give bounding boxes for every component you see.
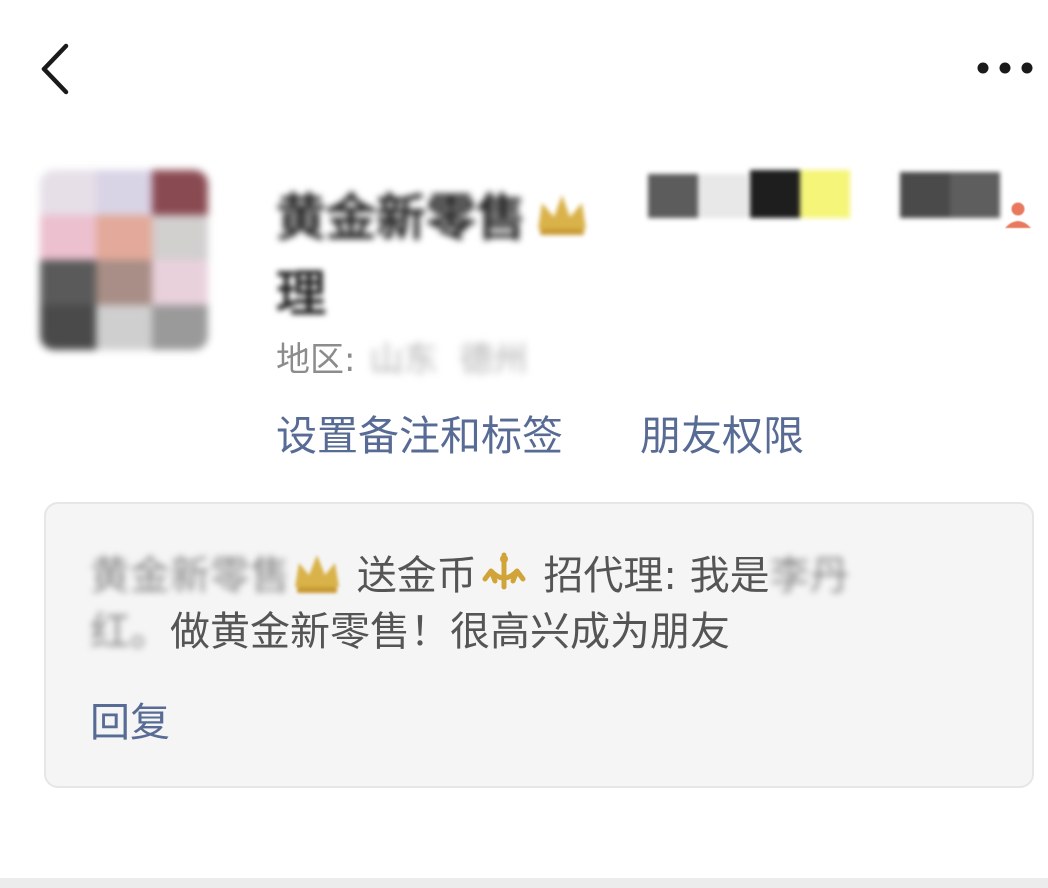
chevron-left-icon — [41, 43, 69, 95]
contact-name-continued: 理 — [276, 265, 326, 323]
message-part-3: 做黄金新零售！很高兴成为朋友 — [170, 609, 730, 655]
more-options-button[interactable] — [968, 48, 1038, 88]
region-value: 山东 德州 — [369, 332, 527, 381]
friend-request-message-card: 黄金新零售 送金币 招代理: 我是李丹红。做黄金新零售！很高兴成为朋友 回复 — [44, 502, 1034, 788]
contact-name-text: 黄金新零售 — [276, 189, 526, 247]
message-text: 黄金新零售 送金币 招代理: 我是李丹红。做黄金新零售！很高兴成为朋友 — [90, 548, 960, 660]
contact-person-icon — [1005, 202, 1031, 228]
set-remark-tags-link[interactable]: 设置备注和标签 — [276, 402, 563, 462]
crown-icon — [538, 195, 586, 235]
region-province: 山东 — [369, 340, 438, 380]
message-part-1: 送金币 — [356, 553, 477, 599]
message-sender-surname: 李丹 — [769, 553, 850, 599]
contact-profile-screen: 黄金新零售 理 地区: 山东 德州 设置备注和标签 朋友权限 黄金新零售 送金币… — [0, 0, 1048, 888]
region-city: 德州 — [459, 340, 528, 380]
avatar[interactable] — [40, 170, 208, 350]
back-button[interactable] — [30, 38, 86, 100]
message-part-2: 招代理: 我是 — [543, 553, 770, 599]
message-sender-surname-end: 红。 — [90, 609, 170, 655]
crown-icon — [295, 555, 339, 593]
redacted-name-suffix — [648, 170, 1000, 218]
friend-permissions-link[interactable]: 朋友权限 — [640, 402, 804, 462]
reply-button[interactable]: 回复 — [90, 690, 170, 748]
bottom-divider — [0, 878, 1048, 888]
message-sender-name: 黄金新零售 — [90, 553, 290, 599]
region: 地区: 山东 德州 — [276, 332, 527, 381]
contact-name: 黄金新零售 — [276, 178, 592, 250]
anchor-crown-icon — [482, 552, 526, 590]
more-dots-icon — [977, 62, 1033, 74]
region-label: 地区: — [276, 340, 356, 380]
